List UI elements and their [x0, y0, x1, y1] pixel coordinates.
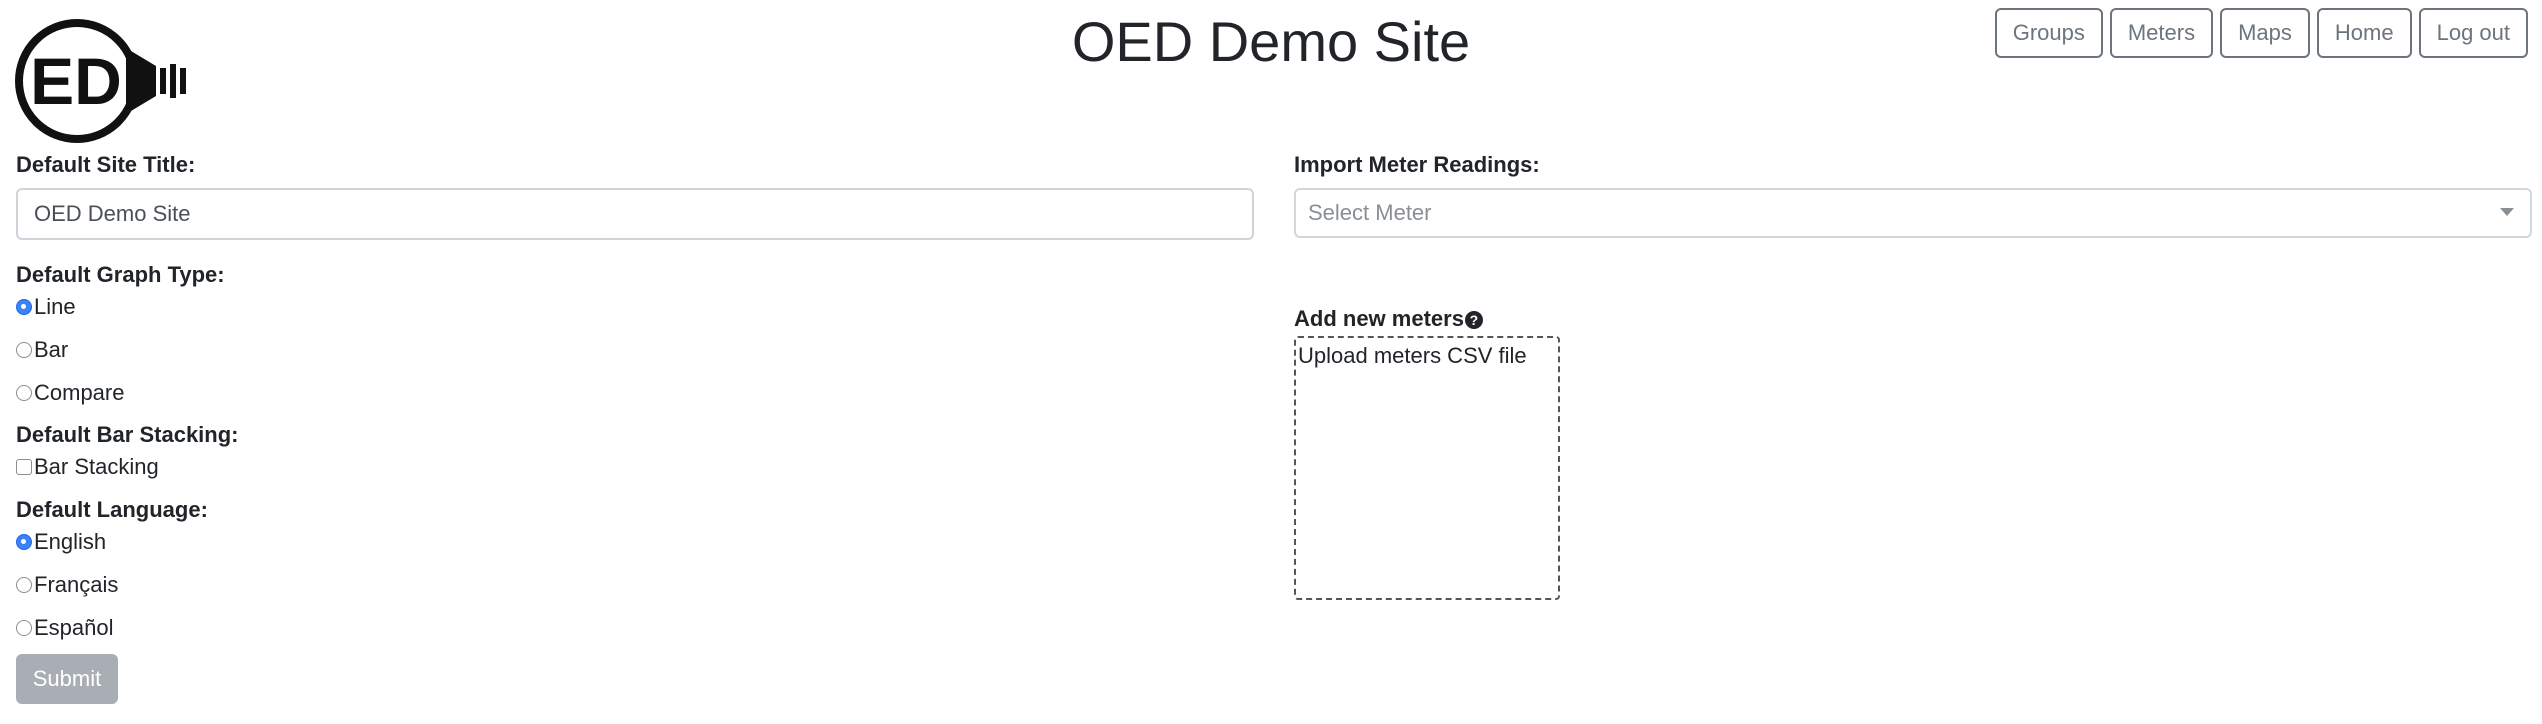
- nav-home-button[interactable]: Home: [2316, 8, 2412, 58]
- chevron-down-icon[interactable]: [2500, 208, 2514, 216]
- bar-stacking-checkbox[interactable]: [16, 459, 32, 475]
- language-option-english[interactable]: English: [16, 528, 106, 556]
- graph-type-option-bar[interactable]: Bar: [16, 336, 68, 364]
- graph-type-label: Default Graph Type:: [16, 262, 225, 287]
- radio-line[interactable]: [16, 299, 32, 315]
- language-option-label: English: [34, 529, 107, 554]
- language-option-label: Français: [34, 572, 119, 597]
- bar-stacking-option[interactable]: Bar Stacking: [16, 453, 159, 481]
- meter-select-placeholder: Select Meter: [1308, 200, 1432, 225]
- site-title-input[interactable]: OED Demo Site: [16, 188, 1254, 240]
- graph-type-option-line[interactable]: Line: [16, 293, 76, 321]
- language-option-french[interactable]: Français: [16, 571, 118, 599]
- nav-groups-button[interactable]: Groups: [1994, 8, 2103, 58]
- radio-english[interactable]: [16, 534, 32, 550]
- nav-meters-button[interactable]: Meters: [2109, 8, 2214, 58]
- dropzone-text: Upload meters CSV file: [1298, 343, 1527, 368]
- graph-type-option-compare[interactable]: Compare: [16, 379, 124, 407]
- radio-compare[interactable]: [16, 385, 32, 401]
- radio-bar[interactable]: [16, 342, 32, 358]
- graph-type-option-label: Bar: [34, 337, 69, 362]
- import-readings-label: Import Meter Readings:: [1294, 152, 1540, 177]
- language-option-spanish[interactable]: Español: [16, 614, 114, 642]
- bar-stacking-label: Default Bar Stacking:: [16, 422, 239, 447]
- graph-type-option-label: Line: [34, 294, 76, 319]
- help-icon[interactable]: ?: [1464, 311, 1483, 330]
- bar-stacking-option-label: Bar Stacking: [34, 454, 159, 479]
- radio-spanish[interactable]: [16, 620, 32, 636]
- add-meters-heading: Add new meters?: [1294, 305, 1483, 333]
- meter-select[interactable]: Select Meter: [1294, 188, 2532, 238]
- language-option-label: Español: [34, 615, 114, 640]
- meters-csv-dropzone[interactable]: Upload meters CSV file: [1294, 336, 1560, 600]
- admin-page: ED OED Demo Site Groups Meters Maps Home…: [0, 0, 2542, 724]
- language-label: Default Language:: [16, 497, 208, 522]
- radio-french[interactable]: [16, 577, 32, 593]
- nav-logout-button[interactable]: Log out: [2418, 8, 2528, 58]
- submit-button[interactable]: Submit: [16, 654, 118, 704]
- nav-maps-button[interactable]: Maps: [2220, 8, 2310, 58]
- nav-bar: Groups Meters Maps Home Log out: [1994, 8, 2528, 58]
- graph-type-option-label: Compare: [34, 380, 125, 405]
- add-meters-label: Add new meters: [1294, 306, 1464, 331]
- site-title-label: Default Site Title:: [16, 152, 196, 177]
